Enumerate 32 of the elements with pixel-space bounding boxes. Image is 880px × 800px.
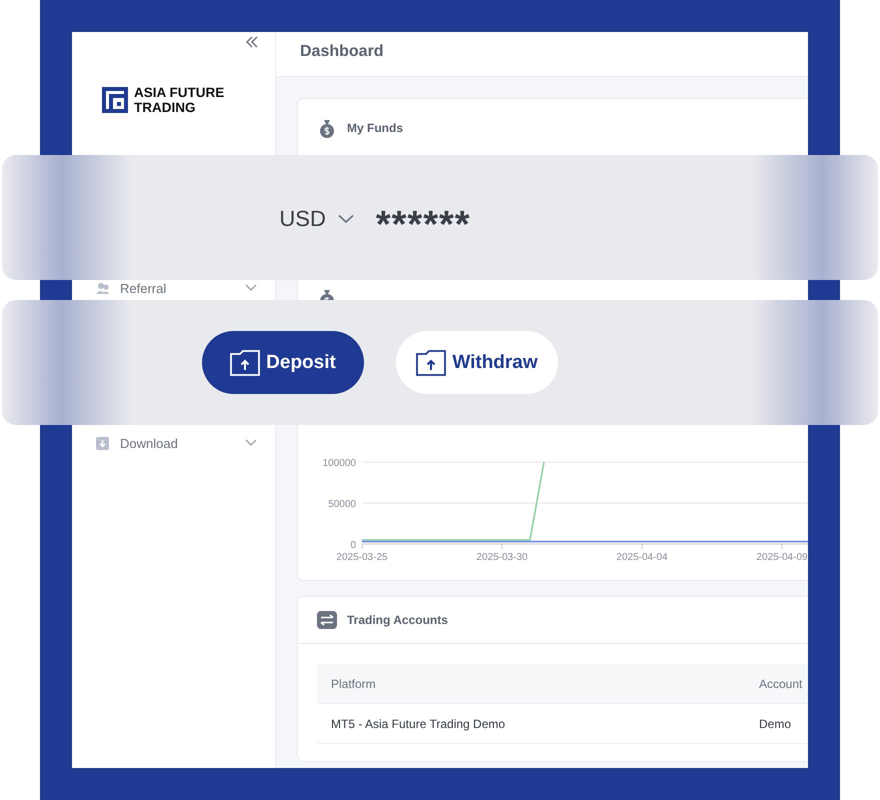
- column-header: Account: [758, 676, 804, 690]
- deposit-button[interactable]: Deposit: [202, 331, 364, 394]
- chevron-down-icon: [245, 439, 257, 447]
- chevron-down-icon: [338, 214, 354, 224]
- money-bag-icon: [317, 118, 337, 138]
- axis-label: 2025-04-04: [616, 552, 668, 563]
- currency-dropdown[interactable]: USD: [279, 206, 354, 232]
- axis-label: 100000: [322, 458, 356, 469]
- sidebar-item[interactable]: Download: [72, 434, 275, 452]
- download-icon: [96, 436, 109, 450]
- axis-label: 0: [350, 540, 356, 551]
- axis-label: 2025-03-30: [476, 552, 528, 563]
- logo-icon: [102, 87, 128, 113]
- withdraw-button[interactable]: Withdraw: [396, 331, 558, 394]
- collapse-icon[interactable]: [245, 35, 259, 49]
- axis-label: 50000: [328, 499, 356, 510]
- card-title: My Funds: [347, 121, 403, 135]
- folder-upload-icon: [230, 350, 260, 376]
- masked-balance: ******: [376, 202, 471, 244]
- chevron-down-icon: [245, 284, 257, 292]
- sidebar-item[interactable]: Referral: [72, 279, 275, 297]
- folder-upload-icon: [416, 350, 446, 376]
- card-title: Trading Accounts: [347, 613, 448, 627]
- table-cell-text: Demo: [758, 716, 792, 730]
- column-header: Platform: [330, 676, 377, 690]
- page-title: Dashboard: [276, 32, 808, 77]
- table-cell-text: MT5 - Asia Future Trading Demo: [330, 716, 506, 730]
- logo-text: ASIA FUTURE TRADING: [134, 85, 224, 115]
- axis-label: 2025-04-09: [756, 552, 808, 563]
- axis-label: 2025-03-25: [336, 552, 388, 563]
- swap-icon: [317, 610, 337, 630]
- people-icon: [96, 282, 109, 294]
